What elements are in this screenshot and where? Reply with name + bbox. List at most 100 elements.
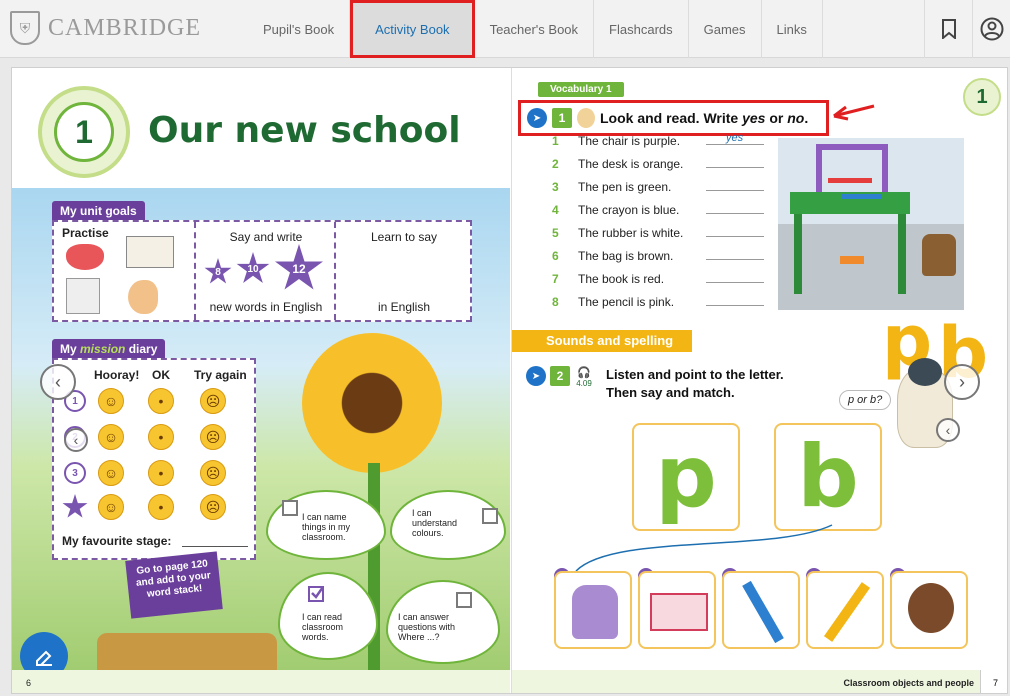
neutral-face-icon[interactable]: • [148, 460, 174, 486]
answer-line[interactable] [706, 282, 764, 283]
instruction-no: no [787, 110, 805, 126]
sad-face-icon[interactable]: ☹ [200, 494, 226, 520]
bookmark-button[interactable] [924, 0, 972, 58]
col-ok: OK [152, 368, 170, 382]
instruction-yes: yes [742, 110, 766, 126]
left-page-number: 6 [26, 678, 32, 688]
sentence-text: The book is red. [578, 272, 665, 286]
sad-face-icon[interactable]: ☹ [200, 424, 226, 450]
leaf-goal-1-text: I can name things in my classroom. [302, 512, 351, 542]
next-page-button[interactable]: › [944, 364, 980, 400]
sentence-row: 5 The rubber is white. [552, 226, 812, 248]
stage-star-marker [62, 494, 88, 518]
happy-face-icon[interactable]: ☺ [98, 424, 124, 450]
leaf-goal-3: I can read classroom words. [278, 572, 378, 660]
sentence-text: The bag is brown. [578, 249, 674, 263]
audio-track[interactable]: 🎧 4.09 [574, 366, 594, 388]
sentence-text: The pen is green. [578, 180, 672, 194]
sentence-row: 8 The pencil is pink. [552, 295, 812, 317]
practise-label: Practise [62, 226, 109, 240]
answer-line[interactable] [706, 305, 764, 306]
chair-illustration [816, 144, 888, 192]
exercise-2-instruction: ➤ 2 🎧 4.09 Listen and point to the lette… [526, 366, 784, 402]
tab-flashcards[interactable]: Flashcards [594, 0, 689, 58]
goal-2-checkbox[interactable] [482, 508, 498, 524]
goal-4-checkbox[interactable] [456, 592, 472, 608]
speech-bubble: p or b? [839, 390, 892, 410]
exercise-2-text: Listen and point to the letter. Then say… [606, 366, 784, 402]
desk-leg [794, 214, 802, 294]
mission-diary-panel: Hooray! OK Try again 1 2 3 ☺ • ☹ ☺ • ☹ ☺… [52, 358, 256, 560]
answer-line[interactable] [706, 213, 764, 214]
favourite-stage-line[interactable] [182, 546, 248, 547]
neutral-face-icon[interactable]: • [148, 494, 174, 520]
picture-card-book[interactable] [638, 571, 716, 649]
prev-spread-small-button[interactable]: ‹ [64, 428, 88, 452]
happy-face-icon[interactable]: ☺ [98, 460, 124, 486]
answer-line[interactable] [706, 167, 764, 168]
match-line [575, 524, 833, 572]
boy-face-icon [908, 583, 954, 633]
pencil-icon [823, 582, 871, 642]
sad-face-icon[interactable]: ☹ [200, 460, 226, 486]
tab-pupils-book[interactable]: Pupil's Book [248, 0, 351, 58]
bookmark-icon [941, 19, 956, 39]
prev-small-button[interactable]: ‹ [936, 418, 960, 442]
chevron-right-icon: › [959, 371, 965, 392]
bag-illustration [922, 234, 956, 276]
sentence-row: 1 The chair is purple. yes [552, 132, 812, 156]
pen-illustration [842, 194, 882, 199]
sad-face-icon[interactable]: ☹ [200, 388, 226, 414]
exercise-1-instruction: ➤ 1 Look and read. Write yes or no. [518, 100, 829, 136]
sentence-text: The desk is orange. [578, 157, 684, 171]
goal-3-checkbox[interactable] [308, 586, 324, 602]
crest-icon: ⛨ [10, 11, 40, 45]
unit-badge: 1 [38, 86, 130, 178]
answer-line[interactable] [706, 144, 764, 145]
word-stack-sign: Go to page 120 and add to your word stac… [125, 551, 223, 619]
happy-face-icon[interactable]: ☺ [98, 494, 124, 520]
tab-teachers-book[interactable]: Teacher's Book [475, 0, 595, 58]
star-8: 8 [204, 258, 232, 284]
character-avatar-icon [577, 108, 595, 128]
sentence-number: 7 [552, 272, 559, 286]
unit-goals-panel: Practise Say and write 8 10 12 new words… [52, 220, 472, 322]
chevron-left-icon: ‹ [945, 422, 951, 438]
ear-icon [128, 280, 158, 314]
goal-1-checkbox[interactable] [282, 500, 298, 516]
exercise-2-line1: Listen and point to the letter. [606, 367, 784, 382]
cambridge-logo[interactable]: ⛨ CAMBRIDGE [10, 10, 201, 46]
right-page-footer: Classroom objects and people 7 [512, 670, 1007, 693]
tab-games[interactable]: Games [689, 0, 762, 58]
answer-line[interactable] [706, 236, 764, 237]
sentence-row: 7 The book is red. [552, 272, 812, 294]
sentence-text: The rubber is white. [578, 226, 684, 240]
sentence-text: The pencil is pink. [578, 295, 675, 309]
sentence-number: 1 [552, 134, 559, 148]
neutral-face-icon[interactable]: • [148, 424, 174, 450]
classroom-desk-picture [778, 138, 964, 310]
letter-card-b[interactable]: b [774, 423, 882, 531]
picture-card-pen[interactable] [722, 571, 800, 649]
letter-card-p[interactable]: p [632, 423, 740, 531]
pointer-icon[interactable]: ➤ [527, 108, 547, 128]
picture-card-pencil[interactable] [806, 571, 884, 649]
account-button[interactable] [972, 0, 1010, 58]
prev-page-button[interactable]: ‹ [40, 364, 76, 400]
sentence-number: 5 [552, 226, 559, 240]
audio-track-label: 4.09 [576, 379, 592, 388]
picture-card-boy[interactable] [890, 571, 968, 649]
happy-face-icon[interactable]: ☺ [98, 388, 124, 414]
star-10: 10 [236, 252, 270, 283]
neutral-face-icon[interactable]: • [148, 388, 174, 414]
leaf-goal-4: I can answer questions with Where ...? [386, 580, 500, 664]
instruction-or: or [765, 110, 788, 126]
tab-activity-book[interactable]: Activity Book [350, 0, 475, 58]
picture-card-backpack[interactable] [554, 571, 632, 649]
answer-line[interactable] [706, 259, 764, 260]
instruction-part: Look and read. Write [600, 110, 743, 126]
tab-links[interactable]: Links [762, 0, 823, 58]
pointer-icon[interactable]: ➤ [526, 366, 546, 386]
answer-line[interactable] [706, 190, 764, 191]
sentence-number: 6 [552, 249, 559, 263]
